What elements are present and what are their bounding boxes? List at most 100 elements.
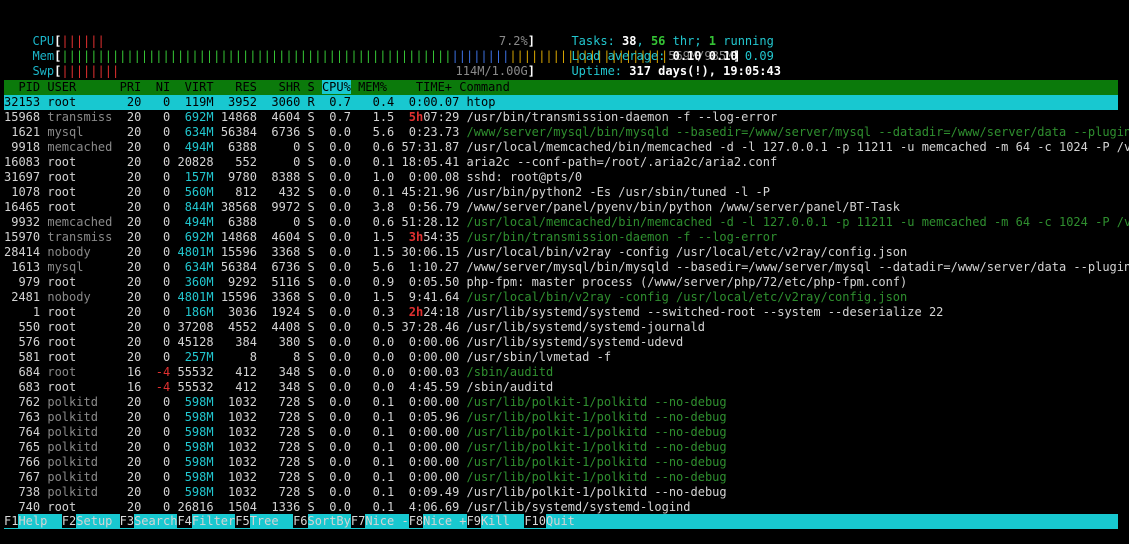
process-row[interactable]: 16465 root 20 0 844M 38568 9972 S 0.0 3.… — [4, 200, 1118, 215]
process-row[interactable]: 765 polkitd 20 0 598M 1032 728 S 0.0 0.1… — [4, 440, 1118, 455]
function-key-f2[interactable]: F2Setup — [61, 514, 120, 528]
pri-cell: 20 — [119, 455, 142, 469]
time-cell: 0:00.08 — [401, 170, 460, 184]
process-row[interactable]: 581 root 20 0 257M 8 8 S 0.0 0.0 0:00.00… — [4, 350, 1118, 365]
column-header-res[interactable]: RES — [221, 80, 264, 94]
pri-cell: 20 — [119, 95, 142, 109]
process-row[interactable]: 15970 transmiss 20 0 692M 14868 4604 S 0… — [4, 230, 1118, 245]
pid-cell: 550 — [4, 320, 41, 334]
command-cell: /usr/lib/systemd/systemd-logind — [466, 500, 691, 514]
function-key-label: F10 — [524, 514, 546, 528]
pri-cell: 20 — [119, 425, 142, 439]
command-cell: htop — [466, 95, 496, 109]
process-row[interactable]: 766 polkitd 20 0 598M 1032 728 S 0.0 0.1… — [4, 455, 1118, 470]
virt-cell: 494M — [177, 215, 214, 229]
state-cell: S — [307, 245, 315, 259]
column-header-time[interactable]: TIME+ — [394, 80, 459, 94]
process-row[interactable]: 1 root 20 0 186M 3036 1924 S 0.0 0.3 2h2… — [4, 305, 1118, 320]
res-cell: 1032 — [220, 470, 257, 484]
process-row[interactable]: 1621 mysql 20 0 634M 56384 6736 S 0.0 5.… — [4, 125, 1129, 140]
column-header-cpu[interactable]: CPU% — [321, 80, 351, 94]
time-hours-cell: 3h — [408, 230, 424, 244]
user-cell: root — [47, 365, 113, 379]
shr-cell: 728 — [264, 425, 301, 439]
cpu-cell: 0.0 — [322, 290, 351, 304]
cpu-cell: 0.0 — [322, 305, 351, 319]
function-key-f9[interactable]: F9Kill — [466, 514, 525, 528]
column-header-s[interactable]: S — [308, 80, 322, 94]
state-cell: S — [307, 350, 315, 364]
shr-cell: 0 — [264, 155, 301, 169]
res-cell: 1032 — [220, 410, 257, 424]
process-row[interactable]: 764 polkitd 20 0 598M 1032 728 S 0.0 0.1… — [4, 425, 1118, 440]
command-cell: /usr/lib/polkit-1/polkitd --no-debug — [466, 425, 727, 439]
process-row[interactable]: 762 polkitd 20 0 598M 1032 728 S 0.0 0.1… — [4, 395, 1118, 410]
command-cell: /usr/lib/polkit-1/polkitd --no-debug — [466, 470, 727, 484]
process-row[interactable]: 1613 mysql 20 0 634M 56384 6736 S 0.0 5.… — [4, 260, 1129, 275]
function-key-f1[interactable]: F1Help — [4, 514, 62, 528]
user-cell: root — [47, 500, 113, 514]
column-header-pri[interactable]: PRI — [120, 80, 149, 94]
column-header-shr[interactable]: SHR — [264, 80, 307, 94]
function-key-f10[interactable]: F10Quit — [524, 514, 575, 528]
process-row[interactable]: 15968 transmiss 20 0 692M 14868 4604 S 0… — [4, 110, 1118, 125]
process-row[interactable]: 683 root 16 -4 55532 412 348 S 0.0 0.0 4… — [4, 380, 1118, 395]
mem-cell: 1.5 — [365, 290, 395, 304]
process-row[interactable]: 28414 nobody 20 0 4801M 15596 3368 S 0.0… — [4, 245, 1118, 260]
command-cell: /sbin/auditd — [466, 365, 554, 379]
column-header-ni[interactable]: NI — [149, 80, 178, 94]
function-key-f4[interactable]: F4Filter — [177, 514, 235, 528]
column-header-mem[interactable]: MEM% — [351, 80, 394, 94]
pri-cell: 20 — [119, 320, 142, 334]
process-row[interactable]: 738 polkitd 20 0 598M 1032 728 S 0.0 0.1… — [4, 485, 1118, 500]
ni-cell: 0 — [148, 500, 171, 514]
process-row[interactable]: 2481 nobody 20 0 4801M 15596 3368 S 0.0 … — [4, 290, 1118, 305]
res-cell: 3036 — [220, 305, 257, 319]
pid-cell: 764 — [4, 425, 41, 439]
column-header-user[interactable]: USER — [47, 80, 119, 94]
pri-cell: 20 — [119, 140, 142, 154]
pid-cell: 1621 — [4, 125, 41, 139]
process-row[interactable]: 979 root 20 0 360M 9292 5116 S 0.0 0.9 0… — [4, 275, 1118, 290]
state-cell: S — [307, 380, 315, 394]
process-row[interactable]: 767 polkitd 20 0 598M 1032 728 S 0.0 0.1… — [4, 470, 1118, 485]
virt-cell: 157M — [177, 170, 214, 184]
time-cell: 30:06.15 — [401, 245, 460, 259]
column-header-command[interactable]: Command — [459, 80, 510, 94]
process-row[interactable]: 550 root 20 0 37208 4552 4408 S 0.0 0.5 … — [4, 320, 1118, 335]
process-row[interactable]: 576 root 20 0 45128 384 380 S 0.0 0.0 0:… — [4, 335, 1118, 350]
function-key-f5[interactable]: F5Tree — [235, 514, 293, 528]
function-key-f3[interactable]: F3Search — [119, 514, 177, 528]
column-header-virt[interactable]: VIRT — [177, 80, 220, 94]
mem-cell: 3.8 — [365, 200, 395, 214]
shr-cell: 728 — [264, 485, 301, 499]
column-header-pid[interactable]: PID — [4, 80, 47, 94]
function-key-f8[interactable]: F8Nice + — [408, 514, 467, 528]
process-row[interactable]: 16083 root 20 0 20828 552 0 S 0.0 0.1 18… — [4, 155, 1118, 170]
virt-cell: 598M — [177, 410, 214, 424]
shr-cell: 728 — [264, 455, 301, 469]
ni-cell: 0 — [148, 230, 171, 244]
function-key-label: F5 — [235, 514, 250, 528]
process-row[interactable]: 32153 root 20 0 119M 3952 3060 R 0.7 0.4… — [4, 95, 1118, 110]
process-row[interactable]: 684 root 16 -4 55532 412 348 S 0.0 0.0 0… — [4, 365, 1118, 380]
function-key-f6[interactable]: F6SortBy — [293, 514, 351, 528]
pid-cell: 762 — [4, 395, 41, 409]
res-cell: 412 — [220, 365, 257, 379]
shr-cell: 9972 — [264, 200, 301, 214]
state-cell: S — [307, 335, 315, 349]
process-row[interactable]: 740 root 20 0 26816 1504 1336 S 0.0 0.1 … — [4, 500, 1118, 515]
res-cell: 812 — [220, 185, 257, 199]
state-cell: S — [307, 455, 315, 469]
process-row[interactable]: 1078 root 20 0 560M 812 432 S 0.0 0.1 45… — [4, 185, 1118, 200]
process-row[interactable]: 9918 memcached 20 0 494M 6388 0 S 0.0 0.… — [4, 140, 1129, 155]
virt-cell: 45128 — [177, 335, 214, 349]
pid-cell: 15968 — [4, 110, 41, 124]
user-cell: root — [47, 350, 113, 364]
function-key-f7[interactable]: F7Nice - — [350, 514, 409, 528]
process-row[interactable]: 31697 root 20 0 157M 9780 8388 S 0.0 1.0… — [4, 170, 1118, 185]
cpu-cell: 0.0 — [322, 395, 351, 409]
shr-cell: 8 — [264, 350, 301, 364]
process-row[interactable]: 763 polkitd 20 0 598M 1032 728 S 0.0 0.1… — [4, 410, 1118, 425]
process-row[interactable]: 9932 memcached 20 0 494M 6388 0 S 0.0 0.… — [4, 215, 1129, 230]
